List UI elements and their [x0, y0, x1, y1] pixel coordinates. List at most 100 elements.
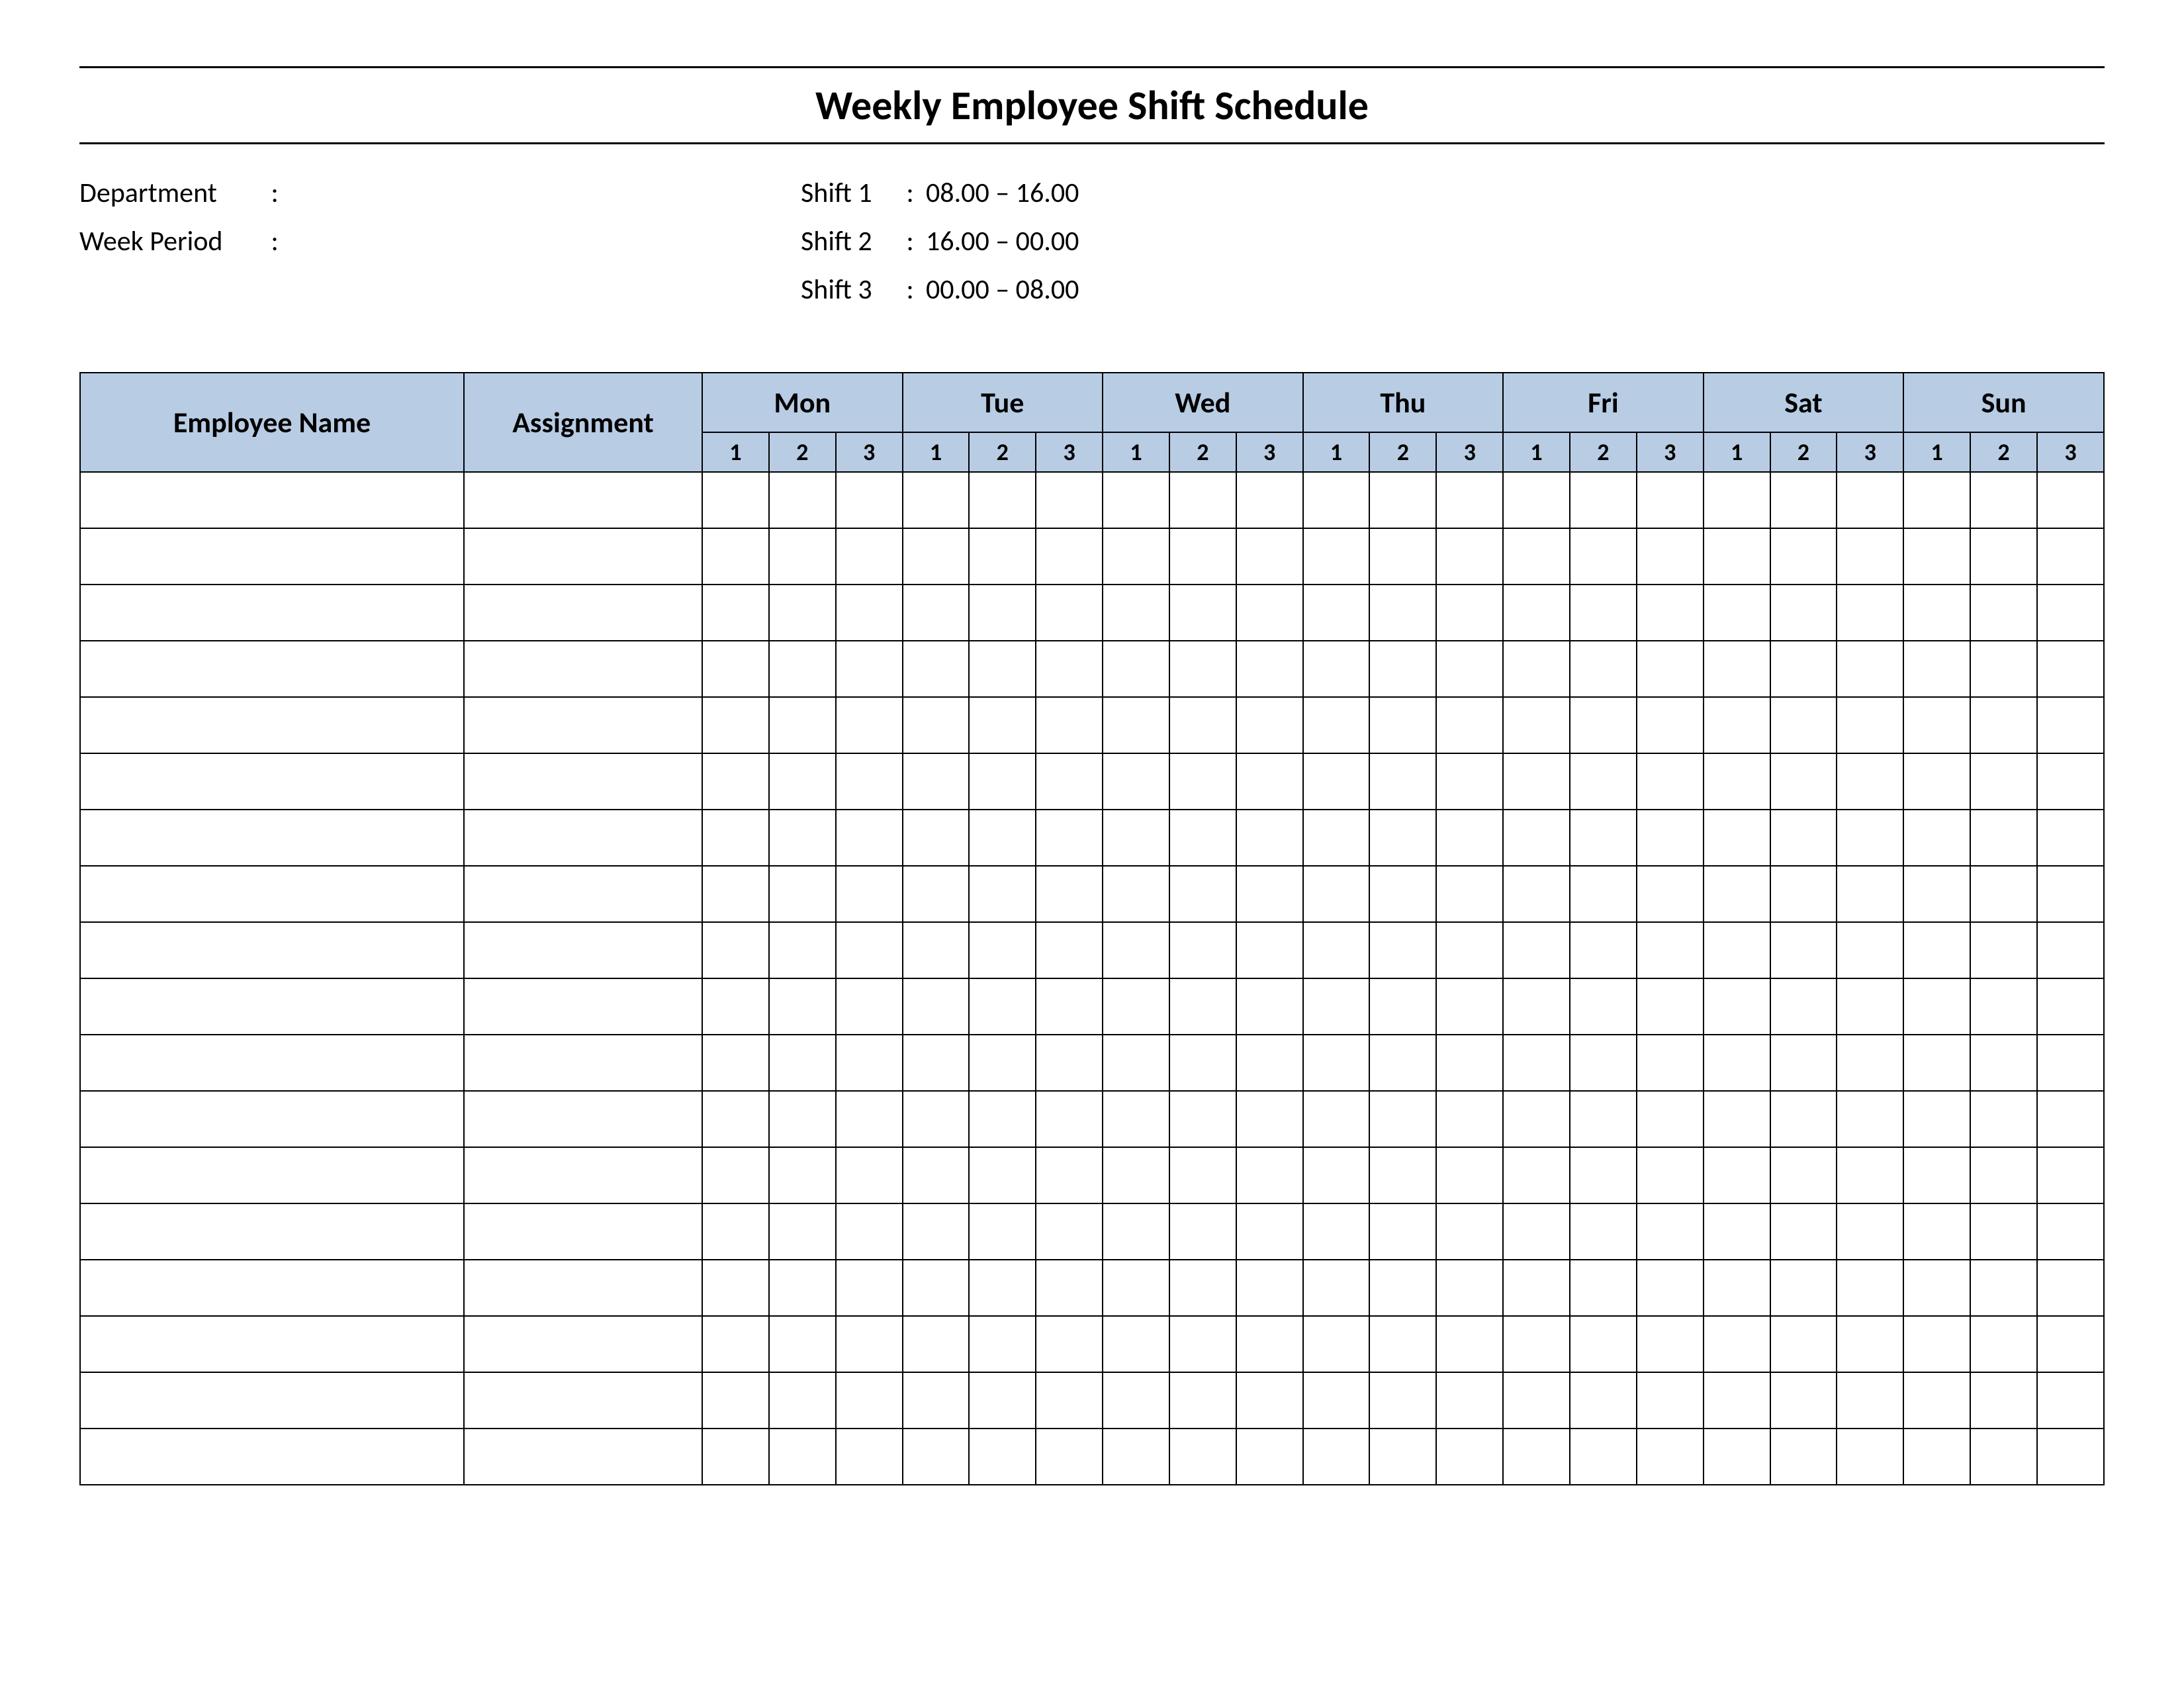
cell-shift[interactable]	[702, 585, 769, 641]
cell-shift[interactable]	[1704, 1203, 1770, 1260]
cell-shift[interactable]	[1837, 1147, 1903, 1203]
cell-shift[interactable]	[702, 1035, 769, 1091]
cell-shift[interactable]	[702, 472, 769, 528]
cell-shift[interactable]	[1837, 810, 1903, 866]
cell-assignment[interactable]	[464, 1260, 702, 1316]
cell-shift[interactable]	[836, 1372, 903, 1429]
cell-shift[interactable]	[2037, 978, 2104, 1035]
cell-shift[interactable]	[1169, 922, 1236, 978]
cell-shift[interactable]	[903, 528, 970, 585]
cell-shift[interactable]	[1169, 1429, 1236, 1485]
cell-shift[interactable]	[1103, 866, 1169, 922]
cell-shift[interactable]	[1837, 528, 1903, 585]
cell-shift[interactable]	[969, 1316, 1036, 1372]
cell-shift[interactable]	[969, 810, 1036, 866]
cell-shift[interactable]	[1369, 753, 1436, 810]
cell-assignment[interactable]	[464, 528, 702, 585]
cell-shift[interactable]	[969, 1429, 1036, 1485]
cell-shift[interactable]	[903, 641, 970, 697]
cell-employee-name[interactable]	[80, 1091, 464, 1147]
cell-shift[interactable]	[1770, 810, 1837, 866]
cell-shift[interactable]	[1637, 1316, 1704, 1372]
cell-shift[interactable]	[702, 1091, 769, 1147]
cell-shift[interactable]	[903, 1429, 970, 1485]
cell-shift[interactable]	[1103, 1372, 1169, 1429]
cell-shift[interactable]	[1436, 697, 1503, 753]
cell-shift[interactable]	[1036, 810, 1103, 866]
cell-shift[interactable]	[1303, 1372, 1370, 1429]
cell-shift[interactable]	[2037, 1203, 2104, 1260]
cell-shift[interactable]	[1436, 1429, 1503, 1485]
cell-shift[interactable]	[2037, 528, 2104, 585]
cell-shift[interactable]	[1770, 866, 1837, 922]
cell-shift[interactable]	[903, 472, 970, 528]
cell-shift[interactable]	[1704, 866, 1770, 922]
cell-shift[interactable]	[1970, 528, 2037, 585]
cell-shift[interactable]	[1369, 641, 1436, 697]
cell-shift[interactable]	[769, 1372, 836, 1429]
cell-shift[interactable]	[1903, 1035, 1970, 1091]
cell-shift[interactable]	[1036, 585, 1103, 641]
cell-shift[interactable]	[702, 1260, 769, 1316]
cell-shift[interactable]	[1503, 866, 1570, 922]
cell-shift[interactable]	[1903, 1372, 1970, 1429]
cell-shift[interactable]	[1503, 1429, 1570, 1485]
cell-shift[interactable]	[903, 1316, 970, 1372]
cell-shift[interactable]	[1570, 528, 1637, 585]
cell-shift[interactable]	[1637, 922, 1704, 978]
cell-shift[interactable]	[1236, 1203, 1303, 1260]
cell-shift[interactable]	[1637, 472, 1704, 528]
cell-shift[interactable]	[836, 1429, 903, 1485]
cell-shift[interactable]	[702, 697, 769, 753]
cell-shift[interactable]	[903, 1260, 970, 1316]
cell-shift[interactable]	[1236, 1035, 1303, 1091]
cell-shift[interactable]	[1970, 1429, 2037, 1485]
cell-shift[interactable]	[1770, 528, 1837, 585]
cell-shift[interactable]	[1704, 1260, 1770, 1316]
cell-shift[interactable]	[1704, 472, 1770, 528]
cell-shift[interactable]	[1837, 1429, 1903, 1485]
cell-assignment[interactable]	[464, 585, 702, 641]
cell-shift[interactable]	[702, 641, 769, 697]
cell-shift[interactable]	[1036, 1260, 1103, 1316]
cell-shift[interactable]	[1570, 472, 1637, 528]
cell-shift[interactable]	[1103, 1316, 1169, 1372]
cell-shift[interactable]	[1036, 753, 1103, 810]
cell-shift[interactable]	[1837, 753, 1903, 810]
cell-shift[interactable]	[1970, 1091, 2037, 1147]
cell-shift[interactable]	[1704, 753, 1770, 810]
cell-shift[interactable]	[836, 641, 903, 697]
cell-shift[interactable]	[1970, 1035, 2037, 1091]
cell-shift[interactable]	[2037, 810, 2104, 866]
cell-assignment[interactable]	[464, 641, 702, 697]
cell-shift[interactable]	[1570, 697, 1637, 753]
cell-shift[interactable]	[1236, 472, 1303, 528]
cell-shift[interactable]	[1369, 697, 1436, 753]
cell-shift[interactable]	[1236, 978, 1303, 1035]
cell-shift[interactable]	[1169, 528, 1236, 585]
cell-shift[interactable]	[969, 1203, 1036, 1260]
cell-assignment[interactable]	[464, 1372, 702, 1429]
cell-shift[interactable]	[1570, 1316, 1637, 1372]
cell-shift[interactable]	[1236, 866, 1303, 922]
cell-shift[interactable]	[1436, 1035, 1503, 1091]
cell-shift[interactable]	[1436, 753, 1503, 810]
cell-shift[interactable]	[1436, 1203, 1503, 1260]
cell-shift[interactable]	[769, 641, 836, 697]
cell-shift[interactable]	[1903, 866, 1970, 922]
cell-shift[interactable]	[1169, 1035, 1236, 1091]
cell-assignment[interactable]	[464, 1203, 702, 1260]
cell-shift[interactable]	[1970, 697, 2037, 753]
cell-shift[interactable]	[836, 697, 903, 753]
cell-shift[interactable]	[1103, 472, 1169, 528]
cell-shift[interactable]	[903, 1372, 970, 1429]
cell-shift[interactable]	[1169, 641, 1236, 697]
cell-shift[interactable]	[1169, 1147, 1236, 1203]
cell-shift[interactable]	[969, 1091, 1036, 1147]
cell-shift[interactable]	[1770, 922, 1837, 978]
cell-shift[interactable]	[1036, 472, 1103, 528]
cell-shift[interactable]	[1303, 1429, 1370, 1485]
cell-shift[interactable]	[903, 922, 970, 978]
cell-shift[interactable]	[903, 810, 970, 866]
cell-assignment[interactable]	[464, 1316, 702, 1372]
